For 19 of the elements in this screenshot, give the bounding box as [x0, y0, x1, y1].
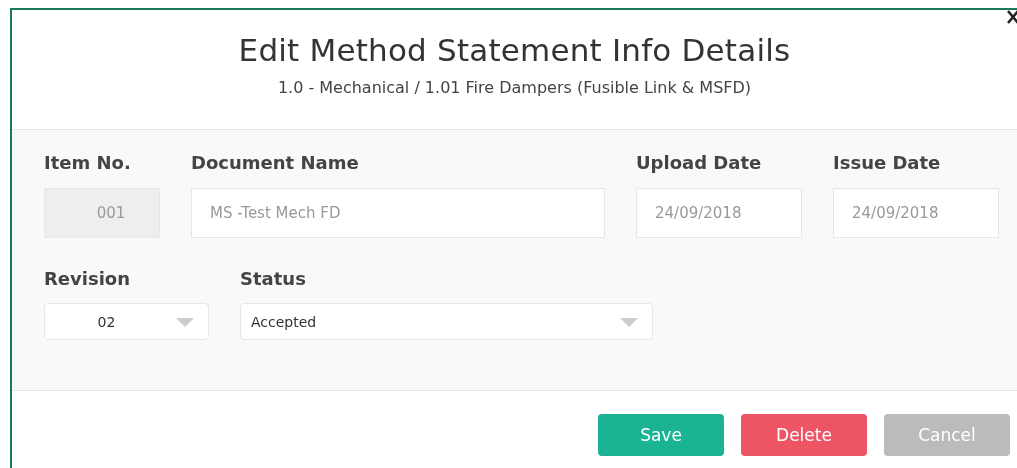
delete-button[interactable]: Delete [741, 414, 867, 456]
input-field[interactable]: MS -Test Mech FD [191, 187, 605, 238]
field-label: Upload Date [636, 152, 763, 174]
input-field[interactable]: 24/09/2018 [833, 187, 999, 238]
dropdown[interactable]: Accepted [240, 303, 653, 341]
field-label: Status [240, 267, 307, 290]
input-field[interactable]: 24/09/2018 [636, 187, 802, 238]
field-label: Item No. [44, 152, 132, 174]
field-label: Revision [44, 267, 132, 290]
dialog-title: Edit Method Statement Info Details [238, 32, 791, 68]
caret-icon [176, 318, 194, 328]
save-button[interactable]: Save [598, 414, 724, 456]
dropdown[interactable]: 02 [44, 303, 209, 341]
close-icon[interactable] [1007, 10, 1017, 24]
cancel-button[interactable]: Cancel [884, 414, 1010, 456]
field-label: Issue Date [833, 152, 942, 174]
field-label: Document Name [191, 152, 360, 174]
caret-icon [620, 318, 638, 328]
dialog-subtitle: 1.0 - Mechanical / 1.01 Fire Dampers (Fusible Link & MSFD) [277, 78, 752, 97]
